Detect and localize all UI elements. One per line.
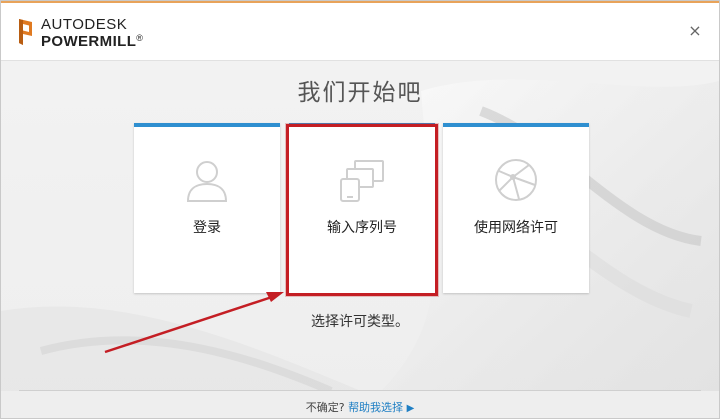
license-type-prompt: 选择许可类型。 — [311, 314, 409, 330]
network-license-card[interactable]: 使用网络许可 — [443, 123, 589, 293]
network-globe-icon — [495, 159, 537, 201]
registered-mark: ® — [136, 33, 144, 43]
user-icon — [186, 161, 228, 202]
help-me-choose-link[interactable]: 帮助我选择 — [348, 401, 403, 414]
footer-question: 不确定? — [305, 401, 345, 414]
serial-number-card[interactable]: 输入序列号 — [289, 123, 435, 293]
autodesk-logo-icon — [19, 19, 32, 45]
network-license-card-label: 使用网络许可 — [474, 220, 558, 236]
signin-card[interactable]: 登录 — [134, 123, 280, 293]
dialog-header: AUTODESK POWERMILL® × — [1, 3, 719, 61]
brand-product: POWERMILL® — [41, 33, 144, 50]
close-button[interactable]: × — [687, 23, 703, 39]
chevron-right-icon: ▶ — [406, 403, 415, 414]
license-dialog: AUTODESK POWERMILL® × 我们开始吧 登录 输入序列号 使用网… — [0, 0, 720, 419]
page-title: 我们开始吧 — [297, 80, 423, 106]
footer-divider — [19, 390, 701, 391]
serial-number-card-label: 输入序列号 — [327, 220, 397, 236]
brand-autodesk: AUTODESK — [41, 16, 128, 33]
signin-card-label: 登录 — [193, 220, 221, 236]
devices-icon — [340, 160, 384, 202]
footer-help: 不确定? 帮助我选择 ▶ — [1, 399, 719, 415]
